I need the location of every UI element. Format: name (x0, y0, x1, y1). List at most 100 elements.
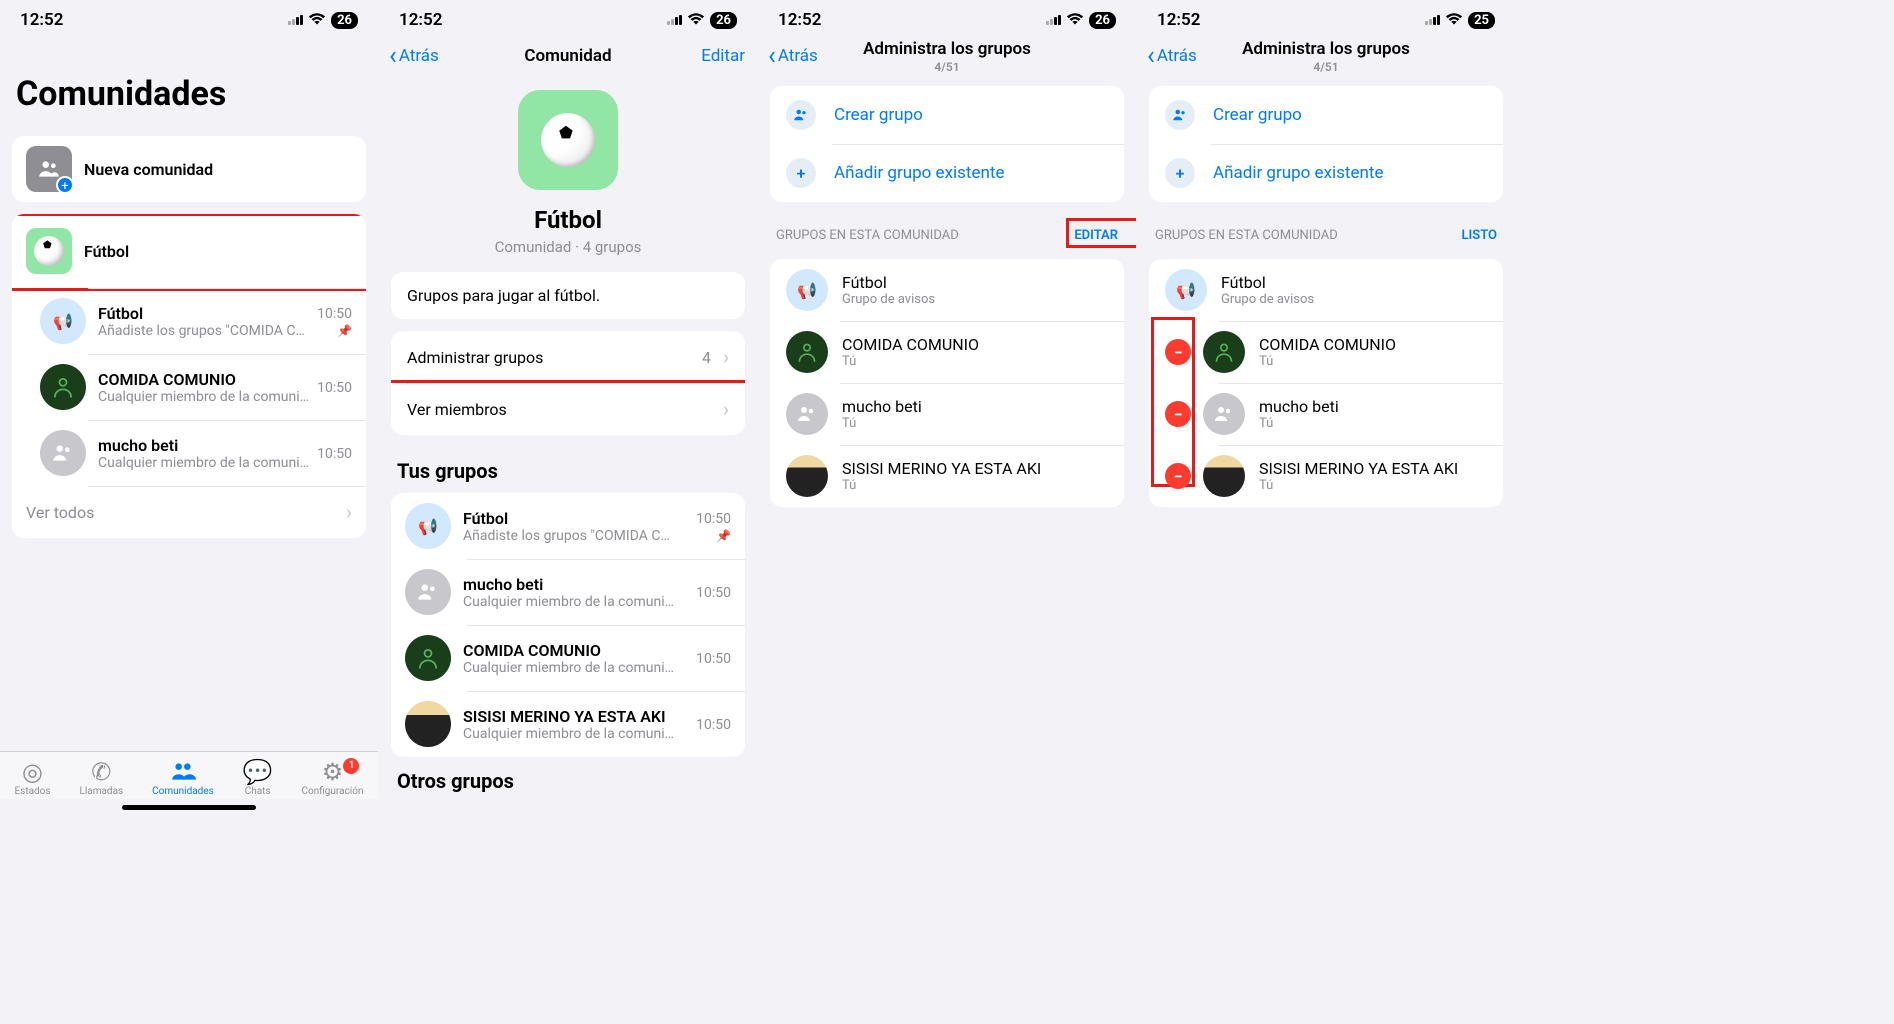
group-subtitle: Grupo de avisos (1221, 292, 1487, 307)
group-title: Fútbol (842, 273, 1108, 292)
manage-groups-row[interactable]: Administrar grupos 4 › (391, 331, 745, 383)
new-community-button[interactable]: + Nueva comunidad (12, 136, 366, 202)
community-description: Grupos para jugar al fútbol. (391, 272, 745, 319)
signal-icon (288, 15, 303, 25)
wifi-icon (1445, 13, 1463, 27)
back-button[interactable]: ‹Atrás (768, 41, 818, 71)
status-time: 12:52 (399, 10, 442, 30)
pin-icon: 📌 (716, 529, 731, 543)
edit-list-button[interactable]: EDITAR (1074, 228, 1118, 243)
create-group-button[interactable]: Crear grupo (1149, 86, 1503, 144)
create-group-button[interactable]: Crear grupo (770, 86, 1124, 144)
group-avatar (40, 430, 86, 476)
group-title: COMIDA COMUNIO (1259, 335, 1487, 354)
group-avatar (1203, 455, 1245, 497)
see-all-row[interactable]: Ver todos › (12, 486, 366, 538)
chevron-right-icon: › (723, 345, 729, 369)
plus-icon: + (786, 158, 816, 188)
your-groups-card: 📢 FútbolAñadiste los grupos "COMIDA C… 1… (391, 493, 745, 757)
tab-settings[interactable]: ⚙Configuración1 (302, 758, 364, 797)
community-chat-row[interactable]: 📢 Fútbol Añadiste los grupos "COMIDA C… … (12, 288, 366, 354)
megaphone-icon: 📢 (405, 503, 451, 549)
add-existing-group-button[interactable]: + Añadir grupo existente (1149, 144, 1503, 202)
group-row[interactable]: SISISI MERINO YA ESTA AKITú (770, 445, 1124, 507)
add-existing-label: Añadir grupo existente (1213, 163, 1383, 183)
see-all-label: Ver todos (26, 503, 338, 522)
chat-icon: 💬 (243, 758, 273, 784)
group-row[interactable]: 📢 FútbolGrupo de avisos (770, 259, 1124, 321)
chat-title: SISISI MERINO YA ESTA AKI (463, 707, 688, 726)
wifi-icon (1066, 13, 1084, 27)
group-title: COMIDA COMUNIO (842, 335, 1108, 354)
status-time: 12:52 (20, 10, 63, 30)
chat-subtitle: Cualquier miembro de la comuni… (98, 389, 309, 405)
tab-calls[interactable]: ✆Llamadas (79, 758, 123, 797)
group-chat-row[interactable]: SISISI MERINO YA ESTA AKICualquier miemb… (391, 691, 745, 757)
group-row[interactable]: − SISISI MERINO YA ESTA AKITú (1149, 445, 1503, 507)
delete-button[interactable]: − (1165, 339, 1191, 365)
status-indicators: 26 (288, 12, 358, 29)
tab-status[interactable]: ◎Estados (14, 758, 50, 797)
group-row[interactable]: − mucho betiTú (1149, 383, 1503, 445)
community-avatar[interactable] (518, 90, 618, 190)
back-button[interactable]: ‹Atrás (1147, 41, 1197, 71)
status-bar: 12:52 26 (0, 0, 378, 34)
chevron-left-icon: ‹ (1147, 41, 1155, 71)
group-avatar (40, 364, 86, 410)
delete-button[interactable]: − (1165, 401, 1191, 427)
community-name: Fútbol (84, 242, 352, 261)
group-count: 4 (702, 348, 711, 367)
section-label: GRUPOS EN ESTA COMUNIDAD (776, 228, 959, 243)
group-subtitle: Tú (842, 416, 1108, 431)
page-title: Comunidades (0, 34, 378, 124)
group-chat-row[interactable]: mucho betiCualquier miembro de la comuni… (391, 559, 745, 625)
groups-list-editing: 📢 FútbolGrupo de avisos − COMIDA COMUNIO… (1149, 259, 1503, 507)
signal-icon (1046, 15, 1061, 25)
community-chat-row[interactable]: mucho beti Cualquier miembro de la comun… (12, 420, 366, 486)
action-card: Crear grupo + Añadir grupo existente (1149, 86, 1503, 202)
screen-manage-groups: 12:52 26 ‹Atrás Administra los grupos 4/… (758, 0, 1136, 818)
chat-subtitle: Cualquier miembro de la comuni… (463, 726, 688, 742)
group-avatar (405, 635, 451, 681)
back-button[interactable]: ‹Atrás (389, 41, 439, 71)
group-subtitle: Tú (842, 354, 1108, 369)
community-header-row[interactable]: Fútbol (12, 214, 366, 288)
other-groups-header: Otros grupos (379, 757, 757, 799)
add-existing-label: Añadir grupo existente (834, 163, 1004, 183)
group-chat-row[interactable]: COMIDA COMUNIOCualquier miembro de la co… (391, 625, 745, 691)
tab-chats[interactable]: 💬Chats (243, 758, 273, 797)
group-title: Fútbol (1221, 273, 1487, 292)
chat-title: mucho beti (98, 436, 309, 455)
done-button[interactable]: LISTO (1462, 228, 1497, 243)
view-members-row[interactable]: Ver miembros › (391, 383, 745, 435)
action-card: Crear grupo + Añadir grupo existente (770, 86, 1124, 202)
group-avatar (786, 393, 828, 435)
groups-section-header: GRUPOS EN ESTA COMUNIDAD LISTO (1137, 210, 1515, 251)
group-subtitle: Grupo de avisos (842, 292, 1108, 307)
edit-button[interactable]: Editar (701, 46, 745, 66)
signal-icon (667, 15, 682, 25)
delete-button[interactable]: − (1165, 463, 1191, 489)
group-row[interactable]: mucho betiTú (770, 383, 1124, 445)
tab-bar: ◎Estados ✆Llamadas Comunidades 💬Chats ⚙C… (0, 751, 378, 799)
chat-title: mucho beti (463, 575, 688, 594)
group-title: SISISI MERINO YA ESTA AKI (842, 459, 1108, 478)
add-existing-group-button[interactable]: + Añadir grupo existente (770, 144, 1124, 202)
status-icon: ◎ (22, 758, 43, 784)
group-chat-row[interactable]: 📢 FútbolAñadiste los grupos "COMIDA C… 1… (391, 493, 745, 559)
battery-level: 26 (1089, 12, 1116, 29)
soccer-ball-icon (541, 113, 595, 167)
community-chat-row[interactable]: COMIDA COMUNIO Cualquier miembro de la c… (12, 354, 366, 420)
your-groups-header: Tus grupos (379, 447, 757, 489)
tab-communities[interactable]: Comunidades (152, 758, 214, 797)
plus-icon: + (1165, 158, 1195, 188)
group-avatar (405, 701, 451, 747)
group-row[interactable]: COMIDA COMUNIOTú (770, 321, 1124, 383)
battery-level: 25 (1468, 12, 1495, 29)
community-card: Fútbol 📢 Fútbol Añadiste los grupos "COM… (12, 214, 366, 538)
group-row[interactable]: − COMIDA COMUNIOTú (1149, 321, 1503, 383)
chat-title: COMIDA COMUNIO (98, 370, 309, 389)
create-group-label: Crear grupo (834, 105, 923, 125)
group-row[interactable]: 📢 FútbolGrupo de avisos (1149, 259, 1503, 321)
manage-groups-label: Administrar grupos (407, 348, 543, 367)
